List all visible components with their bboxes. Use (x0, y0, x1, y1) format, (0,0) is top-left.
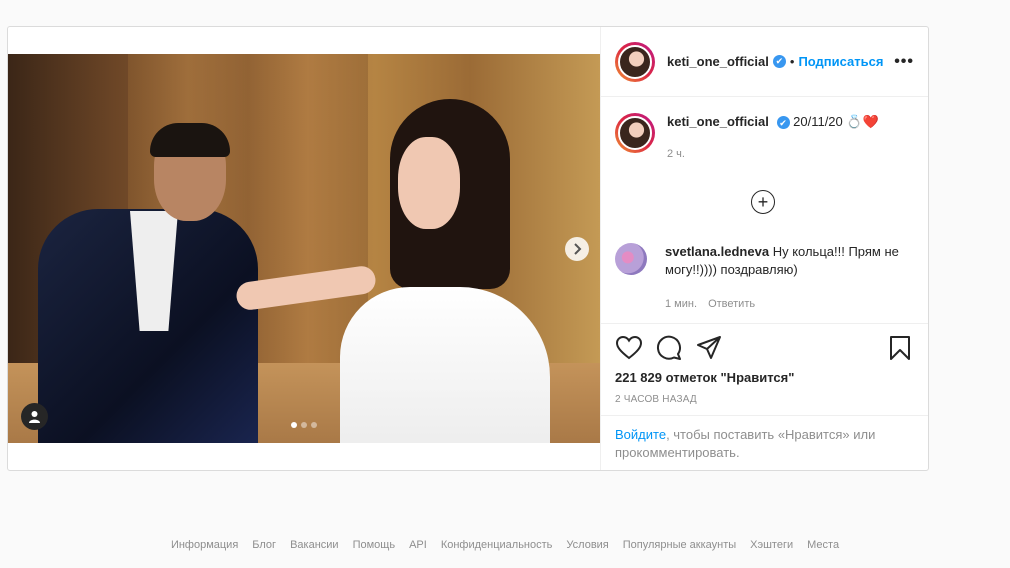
post-card: keti_one_official ✔ • Подписаться ••• ke… (7, 26, 929, 471)
post-image[interactable] (8, 54, 600, 443)
caption-time[interactable]: 2 ч. (667, 145, 879, 163)
comment-button[interactable] (655, 334, 683, 362)
footer-link-jobs[interactable]: Вакансии (290, 539, 339, 551)
posted-time[interactable]: 2 ЧАСОВ НАЗАД (615, 394, 914, 405)
caption-text: 20/11/20 💍❤️ (793, 114, 879, 129)
user-tag-icon (29, 411, 40, 423)
footer-link-privacy[interactable]: Конфиденциальность (441, 539, 553, 551)
carousel-dot (301, 422, 307, 428)
caption-username[interactable]: keti_one_official (667, 114, 769, 129)
footer-link-locations[interactable]: Места (807, 539, 839, 551)
login-link[interactable]: Войдите (615, 427, 666, 442)
like-button[interactable] (615, 334, 643, 362)
commenter-username[interactable]: svetlana.ledneva (665, 244, 769, 259)
comment-item: svetlana.ledneva Ну кольца!!! Прям не мо… (615, 243, 905, 313)
verified-badge-icon: ✔ (772, 55, 786, 68)
footer-link-info[interactable]: Информация (171, 539, 238, 551)
footer-link-api[interactable]: API (409, 539, 427, 551)
next-image-button[interactable] (565, 237, 589, 261)
verified-badge-icon: ✔ (776, 116, 790, 130)
login-prompt: Войдите, чтобы поставить «Нравится» или … (601, 415, 928, 472)
footer-links: Информация Блог Вакансии Помощь API Конф… (0, 539, 1010, 551)
caption: keti_one_official ✔ 20/11/20 💍❤️ 2 ч. (615, 113, 914, 163)
reply-button[interactable]: Ответить (708, 298, 755, 310)
carousel-dot-active (291, 422, 297, 428)
author-username[interactable]: keti_one_official (667, 54, 769, 69)
footer-link-hashtags[interactable]: Хэштеги (750, 539, 793, 551)
likes-count[interactable]: 221 829 отметок "Нравится" (615, 370, 914, 385)
separator: • (789, 54, 795, 69)
footer-link-blog[interactable]: Блог (252, 539, 276, 551)
photo-woman-figure (234, 99, 558, 443)
user-tag-button[interactable] (21, 403, 48, 430)
footer-link-terms[interactable]: Условия (566, 539, 608, 551)
follow-button[interactable]: Подписаться (798, 54, 883, 69)
share-icon (697, 336, 721, 359)
comment-icon (657, 335, 681, 360)
caption-avatar[interactable] (615, 113, 655, 153)
load-more-comments-button[interactable]: + (751, 190, 775, 214)
comments-section: keti_one_official ✔ 20/11/20 💍❤️ 2 ч. + … (601, 97, 928, 323)
post-actions: 221 829 отметок "Нравится" 2 ЧАСОВ НАЗАД (601, 323, 928, 415)
bookmark-icon (890, 336, 910, 360)
save-button[interactable] (886, 334, 914, 362)
author-avatar[interactable] (615, 41, 655, 82)
post-sidebar: keti_one_official ✔ • Подписаться ••• ke… (600, 27, 928, 470)
carousel-dot (311, 422, 317, 428)
heart-icon (616, 336, 642, 360)
post-header: keti_one_official ✔ • Подписаться ••• (601, 27, 928, 97)
photo-man-figure (18, 123, 258, 443)
comment-time[interactable]: 1 мин. (665, 298, 697, 310)
more-options-button[interactable]: ••• (894, 53, 914, 71)
footer-link-top-accounts[interactable]: Популярные аккаунты (623, 539, 736, 551)
share-button[interactable] (695, 334, 723, 362)
chevron-right-icon (574, 243, 582, 255)
commenter-avatar[interactable] (615, 243, 647, 275)
carousel-indicator (291, 422, 317, 428)
footer-link-help[interactable]: Помощь (353, 539, 396, 551)
